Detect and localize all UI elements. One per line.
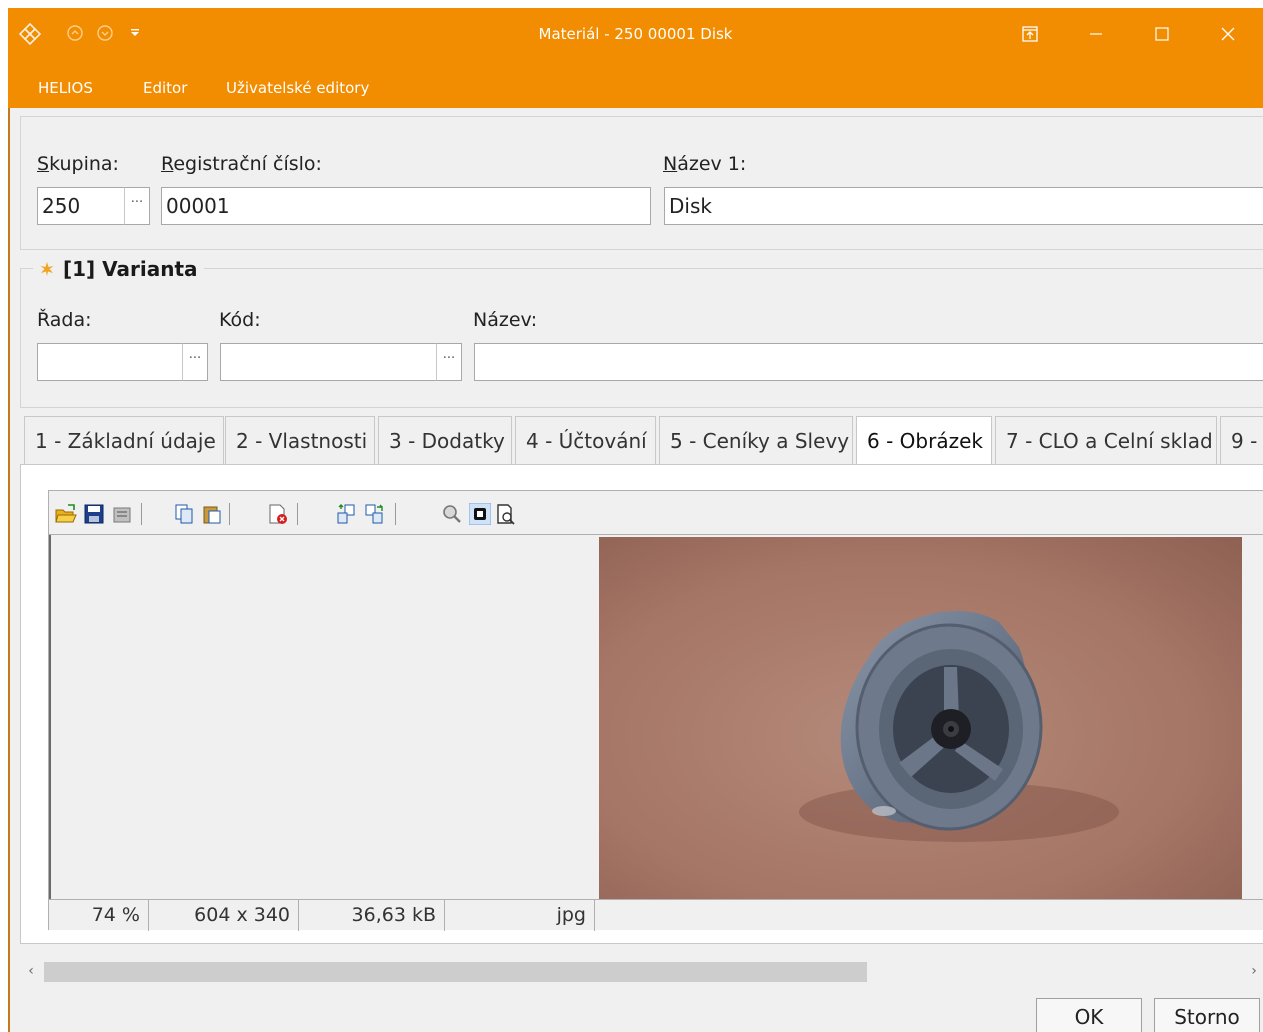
tab-supplements[interactable]: 3 - Dodatky — [378, 416, 512, 464]
tab-strip: 1 - Základní údaje 2 - Vlastnosti 3 - Do… — [20, 416, 1263, 466]
star-asterisk-icon — [40, 262, 54, 276]
image-status-bar: 74 % 604 x 340 36,63 kB jpg — [49, 899, 1263, 931]
menu-bar: HELIOS Editor Uživatelské editory — [8, 66, 1263, 108]
zoom-level: 74 % — [49, 900, 149, 931]
row-lookup-button[interactable]: ··· — [182, 343, 208, 381]
group-label: Skupina: — [37, 153, 119, 175]
group-field[interactable]: 250 — [37, 187, 125, 225]
code-label: Kód: — [219, 309, 261, 331]
pin-window-icon — [1022, 26, 1038, 42]
scan-icon[interactable] — [111, 503, 133, 525]
file-size: 36,63 kB — [299, 900, 445, 931]
image-canvas[interactable] — [49, 535, 1263, 899]
toolbar-separator — [229, 503, 230, 525]
minimize-icon — [1090, 33, 1102, 35]
copy-icon[interactable] — [173, 503, 195, 525]
product-photo — [599, 537, 1242, 899]
maximize-icon — [1155, 27, 1169, 41]
title-bar: Materiál - 250 00001 Disk — [8, 8, 1263, 66]
toolbar-separator — [297, 503, 298, 525]
group-lookup-button[interactable]: ··· — [124, 187, 150, 225]
menu-helios[interactable]: HELIOS — [38, 79, 93, 97]
window-title: Materiál - 250 00001 Disk — [538, 25, 733, 43]
ok-button[interactable]: OK — [1036, 998, 1142, 1032]
registration-number-field[interactable]: 00001 — [161, 187, 651, 225]
variant-legend: [1] Varianta — [33, 257, 204, 281]
tab-customs[interactable]: 7 - CLO a Celní sklad — [995, 416, 1217, 464]
code-lookup-button[interactable]: ··· — [436, 343, 462, 381]
header-panel: Skupina: Registrační číslo: Název 1: 250… — [20, 116, 1263, 250]
save-icon[interactable] — [83, 503, 105, 525]
tab-image[interactable]: 6 - Obrázek — [856, 416, 992, 466]
menu-editor[interactable]: Editor — [143, 79, 187, 97]
pin-window-button[interactable] — [1010, 18, 1050, 50]
variant-name-field[interactable] — [474, 343, 1263, 381]
image-viewer: 74 % 604 x 340 36,63 kB jpg — [48, 490, 1263, 931]
preview-icon[interactable] — [495, 503, 517, 525]
registration-number-label: Registrační číslo: — [161, 153, 322, 175]
name1-label: Název 1: — [663, 153, 747, 175]
export-icon[interactable] — [335, 503, 357, 525]
tab-pricelists[interactable]: 5 - Ceníky a Slevy — [659, 416, 853, 464]
image-dimensions: 604 x 340 — [149, 900, 299, 931]
row-field[interactable] — [37, 343, 183, 381]
maximize-button[interactable] — [1142, 18, 1182, 50]
scroll-thumb[interactable] — [44, 962, 867, 982]
cancel-button[interactable]: Storno — [1154, 998, 1260, 1032]
delete-image-icon[interactable] — [267, 503, 289, 525]
tab-more[interactable]: 9 - — [1220, 416, 1263, 464]
menu-user-editors[interactable]: Uživatelské editory — [226, 79, 369, 97]
fit-view-icon[interactable] — [469, 503, 491, 525]
close-button[interactable] — [1208, 18, 1248, 50]
close-icon — [1221, 27, 1235, 41]
horizontal-scrollbar[interactable]: ‹ › — [20, 960, 1263, 982]
variant-group: [1] Varianta Řada: Kód: Název: ··· ··· — [20, 257, 1263, 408]
zoom-icon[interactable] — [441, 503, 463, 525]
open-folder-icon[interactable] — [55, 503, 77, 525]
code-field[interactable] — [220, 343, 437, 381]
image-toolbar — [49, 491, 1263, 535]
tab-accounting[interactable]: 4 - Účtování — [515, 416, 656, 464]
toolbar-separator — [141, 503, 142, 525]
variant-name-label: Název: — [473, 309, 538, 331]
toolbar-separator — [395, 503, 396, 525]
minimize-button[interactable] — [1076, 18, 1116, 50]
variant-legend-text: [1] Varianta — [63, 257, 198, 281]
tab-properties[interactable]: 2 - Vlastnosti — [225, 416, 375, 464]
import-icon[interactable] — [363, 503, 385, 525]
name1-field[interactable]: Disk — [664, 187, 1263, 225]
scroll-right-icon[interactable]: › — [1243, 960, 1263, 982]
file-format: jpg — [445, 900, 595, 931]
scroll-left-icon[interactable]: ‹ — [20, 960, 42, 982]
window-content: Skupina: Registrační číslo: Název 1: 250… — [8, 108, 1263, 1032]
image-tab-panel: 74 % 604 x 340 36,63 kB jpg — [20, 464, 1263, 944]
tab-basic-info[interactable]: 1 - Základní údaje — [24, 416, 224, 464]
row-label: Řada: — [37, 309, 92, 331]
paste-icon[interactable] — [201, 503, 223, 525]
